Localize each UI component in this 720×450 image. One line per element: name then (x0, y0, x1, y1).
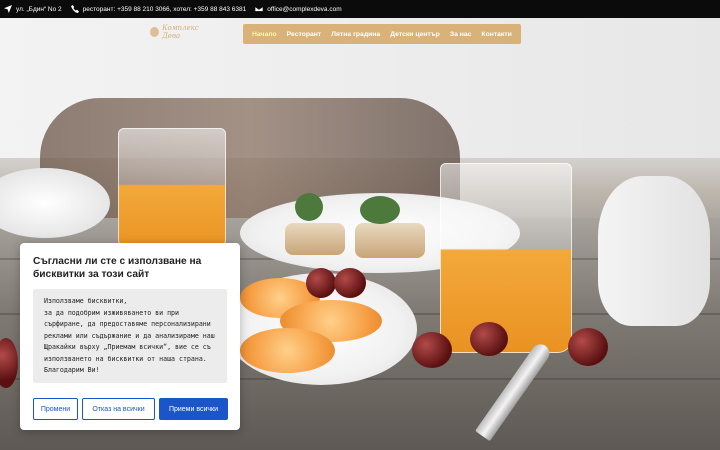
logo-mark-icon (150, 27, 160, 37)
cookie-message-line: за да подобрим изживяването ви при (44, 308, 179, 317)
phone-item[interactable]: ресторант: +359 88 210 3066, хотел: +359… (70, 5, 247, 13)
cookie-message-line: използването на бисквитки от наша страна… (44, 354, 207, 363)
nav-item-about[interactable]: За нас (445, 31, 477, 38)
address-item: ул. „Бдин“ No 2 (4, 5, 62, 13)
email-item[interactable]: office@complexdeva.com (255, 5, 342, 13)
top-contact-bar: ул. „Бдин“ No 2 ресторант: +359 88 210 3… (0, 0, 720, 18)
location-arrow-icon (4, 5, 12, 13)
cookie-consent-dialog: Съгласни ли сте с използване на бисквитк… (20, 243, 240, 430)
reject-all-button[interactable]: Отказ на всички (82, 398, 155, 420)
hero-juice-glass-right (440, 163, 572, 353)
change-preferences-button[interactable]: Промени (33, 398, 78, 420)
accept-all-button[interactable]: Приеми всички (159, 398, 228, 420)
nav-item-home[interactable]: Начало (247, 31, 282, 38)
main-navigation: Начало Ресторант Лятна градина Детски це… (243, 24, 521, 44)
nav-item-kids-center[interactable]: Детски център (385, 31, 445, 38)
site-logo[interactable]: Комплекс Дева (150, 24, 214, 40)
nav-item-contacts[interactable]: Контакти (476, 31, 516, 38)
envelope-icon (255, 6, 264, 12)
nav-item-summer-garden[interactable]: Лятна градина (326, 31, 385, 38)
cookie-message: Използваме бисквитки, за да подобрим изж… (33, 289, 227, 383)
phone-text[interactable]: ресторант: +359 88 210 3066, хотел: +359… (83, 6, 247, 13)
cookie-message-line: Щракайки върху „Приемам всички“, вие се … (44, 343, 211, 351)
cookie-message-line: сърфиране, да предоставяме персонализира… (44, 320, 211, 328)
phone-icon (70, 5, 79, 13)
logo-text: Комплекс Дева (162, 24, 199, 40)
cookie-message-line: Използваме бисквитки, (44, 297, 128, 305)
hero-teapot (598, 176, 710, 326)
cookie-message-line: Благодарим Ви! (44, 366, 100, 374)
nav-item-restaurant[interactable]: Ресторант (282, 31, 327, 38)
cookie-title: Съгласни ли сте с използване на бисквитк… (33, 256, 202, 280)
address-text: ул. „Бдин“ No 2 (16, 5, 62, 13)
cookie-button-row: Промени Отказ на всички Приеми всички (33, 398, 228, 420)
cookie-message-line: реклами или съдържание и да анализираме … (44, 331, 215, 340)
email-link[interactable]: office@complexdeva.com (267, 6, 341, 13)
hero-juice-glass-left (118, 128, 226, 253)
